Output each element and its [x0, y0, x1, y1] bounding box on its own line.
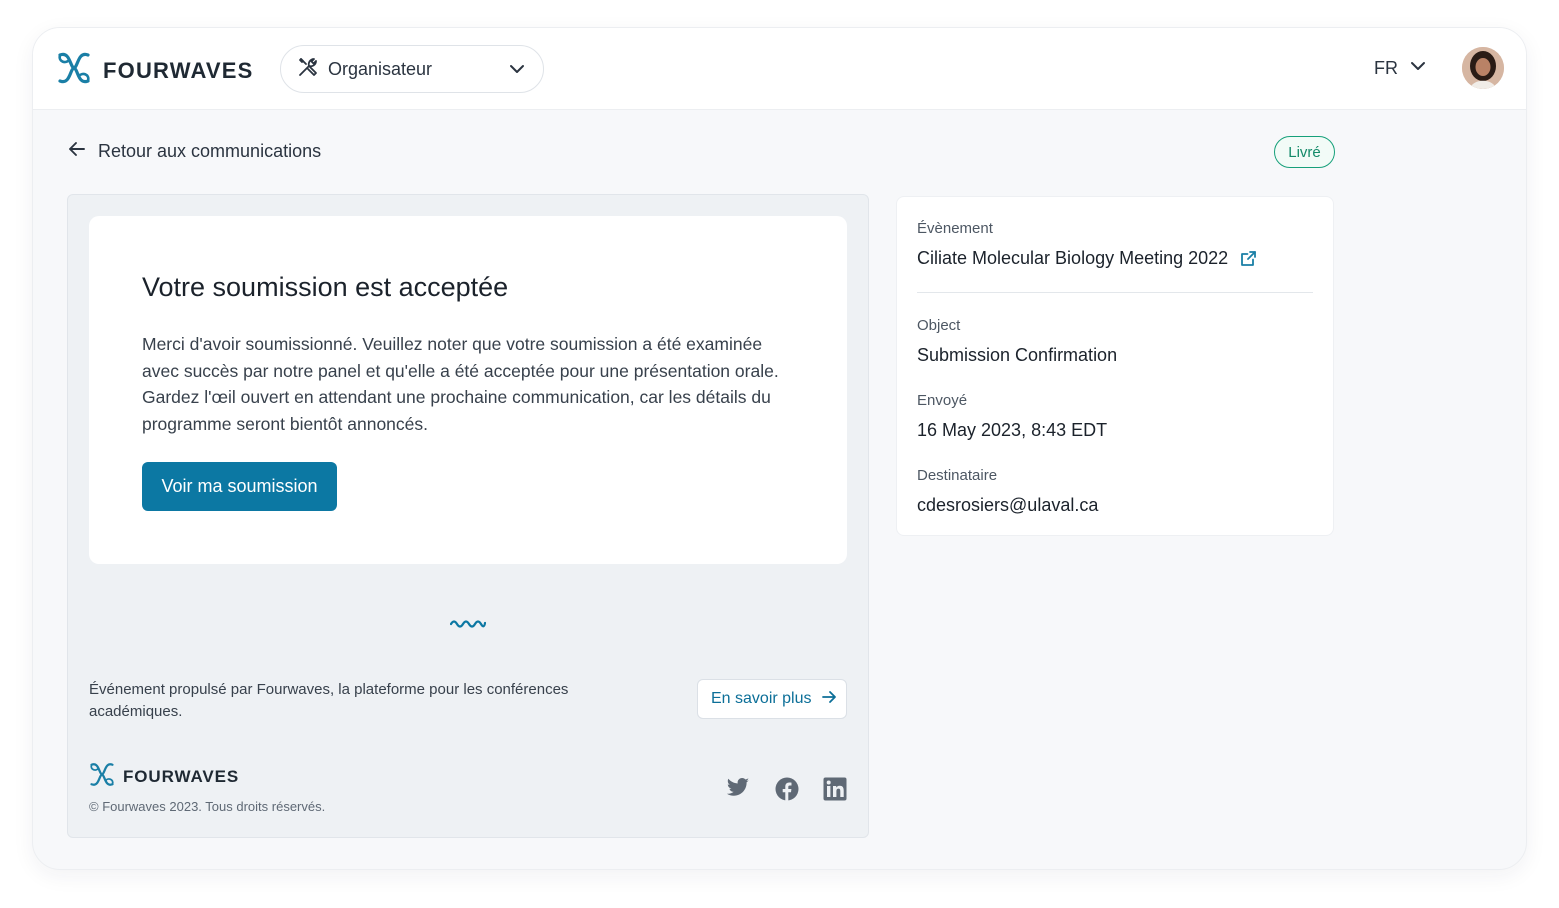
linkedin-icon[interactable] [823, 777, 847, 806]
recipient-value: cdesrosiers@ulaval.ca [917, 495, 1099, 515]
communication-details-panel: Évènement Ciliate Molecular Biology Meet… [896, 196, 1334, 536]
details-divider [917, 292, 1313, 293]
email-body: Merci d'avoir soumissionné. Veuillez not… [142, 334, 779, 434]
event-label: Évènement [917, 220, 993, 237]
top-bar: FOURWAVES Organisateur FR [33, 28, 1526, 110]
arrow-right-icon [821, 690, 837, 709]
app-window: FOURWAVES Organisateur FR Retour aux com… [32, 27, 1527, 870]
object-label: Object [917, 317, 961, 334]
sent-label: Envoyé [917, 392, 968, 409]
event-value: Ciliate Molecular Biology Meeting 2022 [917, 248, 1229, 268]
fourwaves-logo-icon [57, 50, 91, 91]
twitter-icon[interactable] [726, 777, 750, 804]
learn-more-label: En savoir plus [711, 690, 812, 707]
chevron-down-icon [1410, 58, 1426, 79]
status-badge: Livré [1274, 136, 1335, 168]
back-link-label: Retour aux communications [98, 141, 322, 161]
sent-value: 16 May 2023, 8:43 EDT [917, 420, 1108, 440]
arrow-left-icon [68, 141, 86, 162]
chevron-down-icon [509, 61, 525, 82]
learn-more-button[interactable]: En savoir plus [697, 679, 847, 719]
role-select-value: Organisateur [328, 58, 433, 79]
wave-divider-icon [449, 615, 487, 633]
tools-icon [297, 56, 319, 83]
facebook-icon[interactable] [775, 777, 799, 806]
email-preview: Votre soumission est acceptée Merci d'av… [67, 194, 869, 838]
footer-brand-name: FOURWAVES [123, 767, 240, 786]
user-avatar[interactable] [1462, 47, 1504, 89]
language-value: FR [1374, 58, 1398, 78]
view-submission-button[interactable]: Voir ma soumission [142, 462, 337, 511]
email-title: Votre soumission est acceptée [142, 272, 509, 302]
brand-name: FOURWAVES [103, 57, 254, 83]
brand-logo[interactable]: FOURWAVES [57, 50, 254, 91]
recipient-label: Destinataire [917, 467, 998, 484]
back-to-communications-link[interactable]: Retour aux communications [68, 141, 321, 162]
role-select[interactable]: Organisateur [280, 45, 544, 93]
object-value: Submission Confirmation [917, 345, 1118, 365]
footer-brand-logo: FOURWAVES [89, 761, 239, 793]
language-select[interactable]: FR [1374, 58, 1426, 79]
footer-powered-by-text: Événement propulsé par Fourwaves, la pla… [89, 681, 569, 720]
email-content-card: Votre soumission est acceptée Merci d'av… [89, 216, 847, 564]
fourwaves-logo-icon [89, 761, 115, 793]
copyright-text: © Fourwaves 2023. Tous droits réservés. [89, 799, 326, 814]
external-link-icon[interactable] [1240, 250, 1257, 272]
